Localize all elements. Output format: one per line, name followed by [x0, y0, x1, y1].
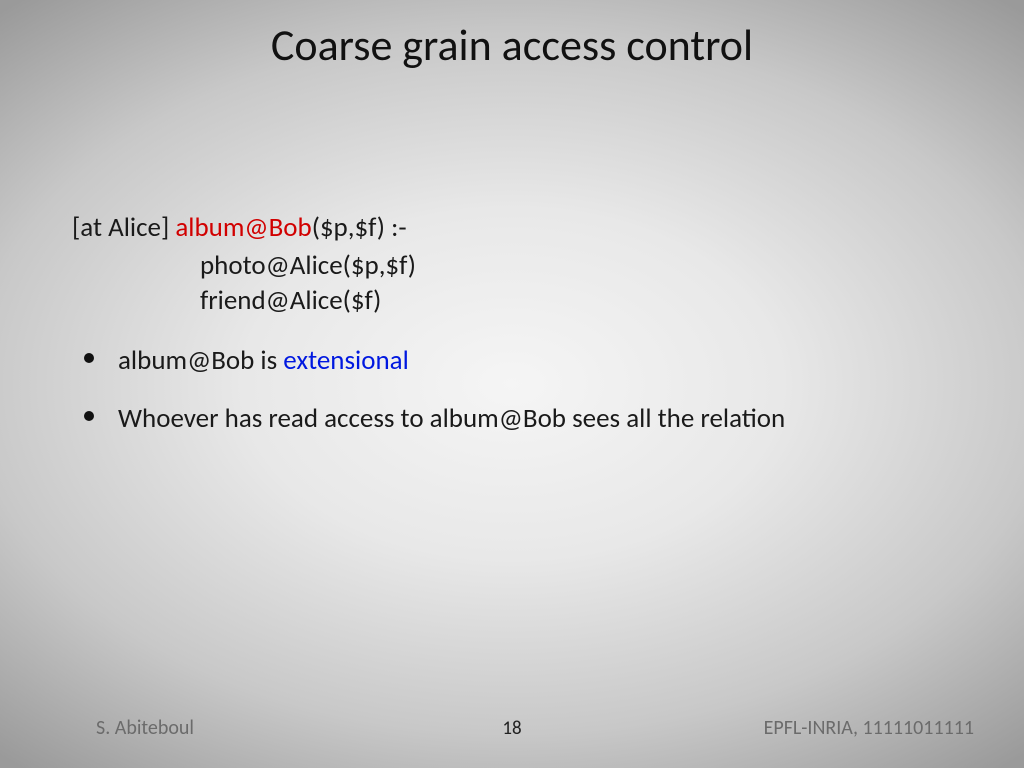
- slide: Coarse grain access control [at Alice] a…: [0, 0, 1024, 768]
- rule-body-1: photo@Alice($p,$f): [72, 248, 964, 284]
- rule-body-2: friend@Alice($f): [72, 283, 964, 319]
- bullet-text-highlight: extensional: [283, 344, 408, 377]
- footer-affiliation: EPFL-INRIA, 11111011111: [764, 716, 974, 740]
- content-area: [at Alice] album@Bob($p,$f) :- photo@Ali…: [72, 210, 964, 458]
- bullet-list: album@Bob is extensional Whoever has rea…: [72, 343, 964, 436]
- rule-predicate: album@Bob: [175, 211, 311, 244]
- rule-head: [at Alice] album@Bob($p,$f) :-: [72, 210, 964, 246]
- list-item: Whoever has read access to album@Bob see…: [72, 401, 964, 437]
- list-item: album@Bob is extensional: [72, 343, 964, 379]
- rule-head-args: ($p,$f) :-: [312, 211, 407, 244]
- bullet-text-pre: Whoever has read access to album@Bob see…: [118, 402, 785, 435]
- rule-prefix: [at Alice]: [72, 211, 175, 244]
- bullet-text-pre: album@Bob is: [118, 344, 283, 377]
- slide-title: Coarse grain access control: [0, 18, 1024, 72]
